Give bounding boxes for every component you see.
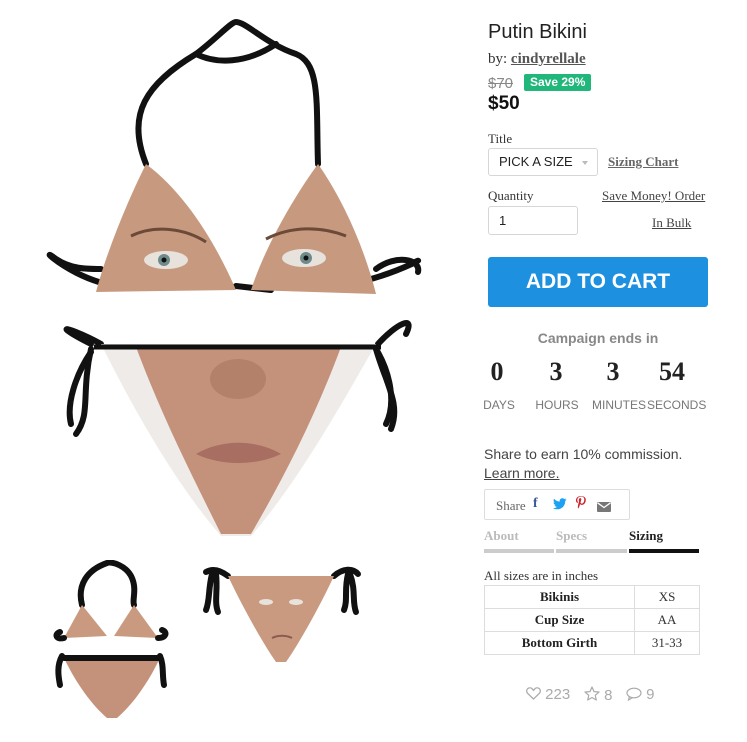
countdown-minutes-label: MINUTES (592, 398, 646, 412)
tab-about[interactable]: About (484, 528, 519, 544)
share-bar: Share f (484, 489, 630, 520)
countdown-seconds: 54 (659, 357, 685, 386)
heart-icon (526, 687, 541, 700)
discount-badge: Save 29% (524, 74, 592, 91)
campaign-label: Campaign ends in (537, 330, 659, 346)
countdown-days-label: DAYS (483, 398, 515, 412)
table-cell: Cup Size (484, 608, 635, 632)
table-cell: XS (634, 585, 700, 609)
countdown-hours: 3 (549, 357, 563, 386)
product-title: Putin Bikini (488, 21, 587, 43)
sizing-chart-link[interactable]: Sizing Chart (608, 154, 678, 170)
comments-stat[interactable]: 9 (626, 686, 655, 703)
quantity-input[interactable]: 1 (488, 206, 578, 235)
facebook-icon[interactable]: f (533, 496, 538, 512)
thumbnail-bottom[interactable] (198, 560, 364, 666)
comments-count: 9 (646, 686, 655, 703)
chevron-down-icon (582, 161, 588, 165)
author-link[interactable]: cindyrellale (511, 51, 586, 67)
learn-more-link[interactable]: Learn more. (484, 465, 559, 481)
table-cell: Bottom Girth (484, 631, 635, 655)
likes-stat[interactable]: 223 (526, 686, 570, 703)
size-select[interactable]: PICK A SIZE (488, 148, 598, 176)
bulk-order-link-line2[interactable]: In Bulk (652, 215, 691, 231)
table-row: Cup Size AA (484, 608, 700, 632)
original-price: $70 (488, 75, 514, 92)
countdown-minutes: 3 (606, 357, 620, 386)
sizes-note: All sizes are in inches (484, 568, 599, 583)
table-cell: AA (634, 608, 700, 632)
tab-sizing[interactable]: Sizing (629, 528, 663, 544)
countdown-seconds-label: SECONDS (647, 398, 707, 412)
favorites-count: 8 (604, 687, 613, 704)
add-to-cart-button[interactable]: ADD TO CART (488, 257, 708, 307)
countdown-days: 0 (490, 357, 504, 386)
by-prefix: by: (488, 51, 511, 67)
favorites-stat[interactable]: 8 (584, 686, 613, 704)
tab-sizing-indicator (629, 549, 699, 553)
tab-specs-indicator (556, 549, 627, 553)
comment-icon (626, 687, 642, 702)
bulk-order-link-line1[interactable]: Save Money! Order (602, 188, 705, 204)
table-cell: 31-33 (634, 631, 700, 655)
likes-count: 223 (545, 686, 571, 703)
quantity-label: Quantity (488, 188, 534, 203)
email-icon[interactable] (597, 499, 611, 515)
table-cell: Bikinis (484, 585, 635, 609)
share-label: Share (496, 498, 526, 513)
size-label: Title (488, 131, 513, 146)
star-icon (584, 686, 600, 701)
countdown-hours-label: HOURS (535, 398, 579, 412)
product-byline: by: cindyrellale (488, 51, 586, 68)
thumbnail-full-set[interactable] (52, 560, 170, 722)
tab-about-indicator (484, 549, 554, 553)
tab-specs[interactable]: Specs (556, 528, 587, 544)
commission-text: Share to earn 10% commission. (484, 446, 683, 462)
size-select-value: PICK A SIZE (499, 154, 573, 169)
table-row: Bottom Girth 31-33 (484, 631, 700, 655)
twitter-icon[interactable] (553, 497, 567, 513)
main-product-image[interactable] (46, 14, 432, 546)
current-price: $50 (488, 93, 520, 114)
pinterest-icon[interactable] (575, 496, 587, 513)
table-row: Bikinis XS (484, 585, 700, 609)
sizing-table: Bikinis XS Cup Size AA Bottom Girth 31-3… (484, 585, 700, 655)
